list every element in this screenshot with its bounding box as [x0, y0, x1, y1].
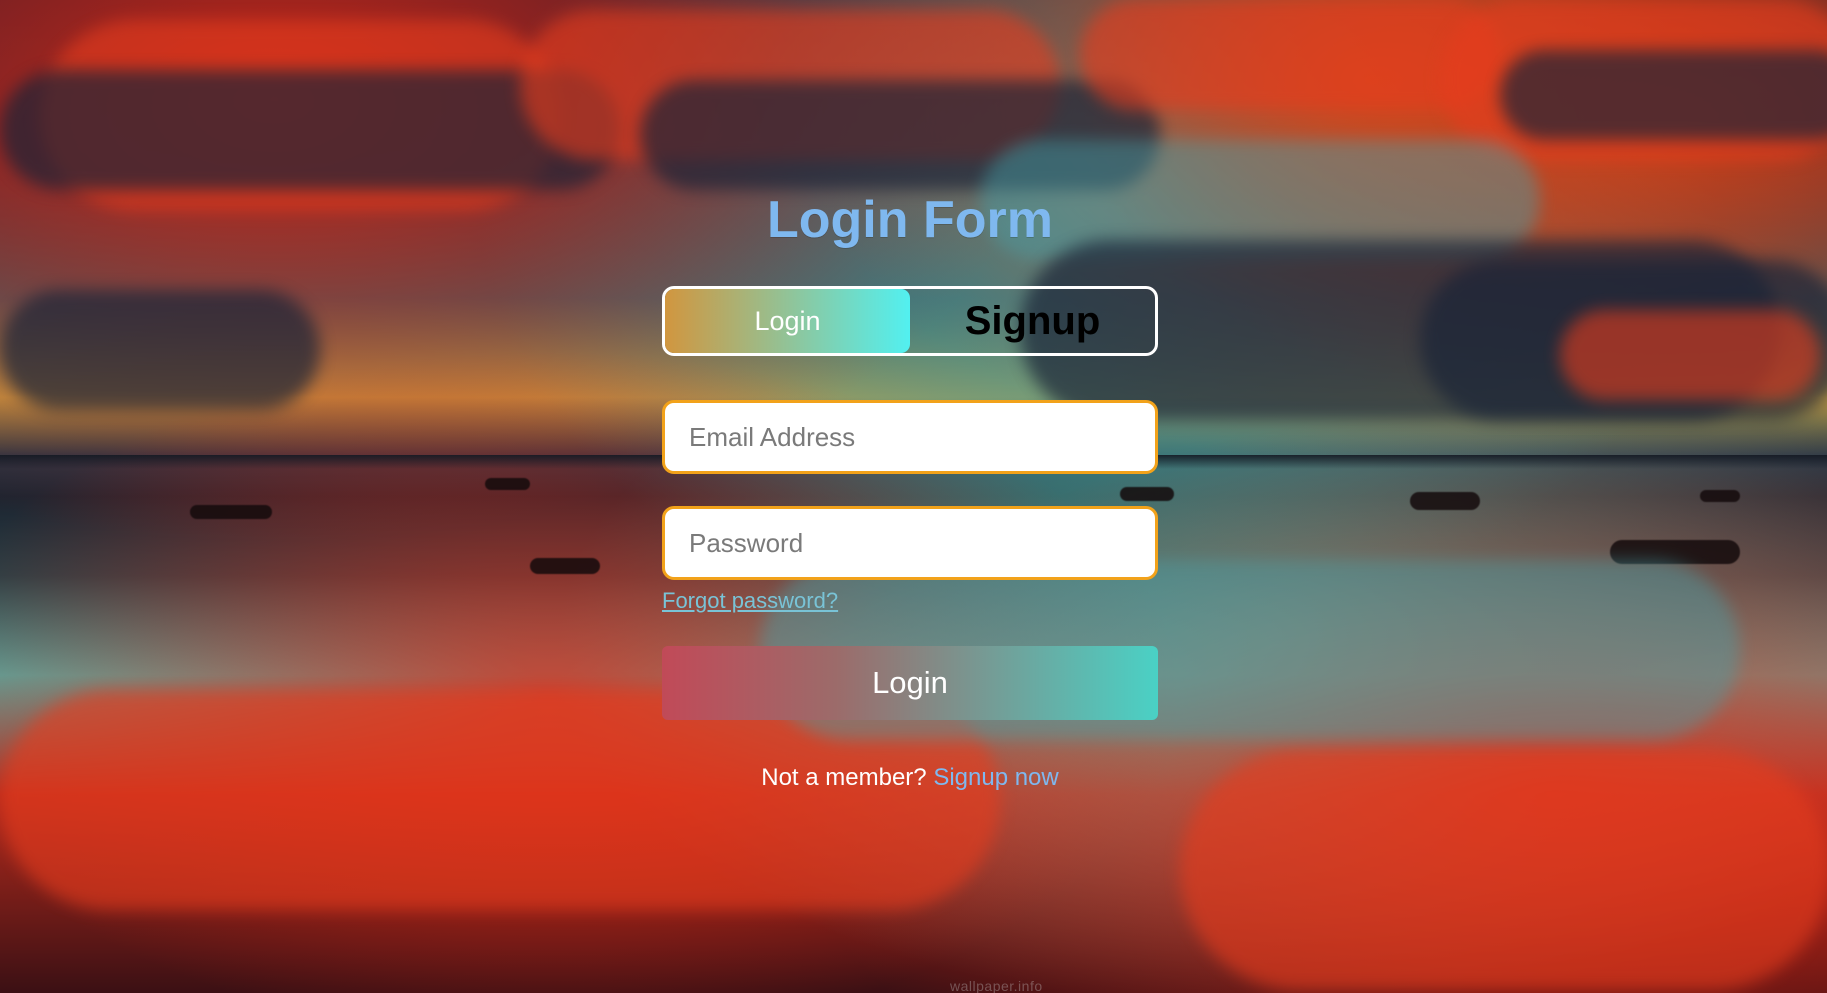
email-field[interactable] — [687, 420, 1133, 454]
email-field-container — [662, 400, 1158, 474]
page-title: Login Form — [767, 191, 1053, 249]
auth-toggle: Login Signup — [662, 286, 1158, 356]
tab-login[interactable]: Login — [665, 289, 910, 353]
tab-signup[interactable]: Signup — [910, 289, 1155, 353]
login-button[interactable]: Login — [662, 646, 1158, 720]
password-field[interactable] — [687, 526, 1133, 560]
signup-prompt: Not a member? Signup now — [662, 764, 1158, 792]
forgot-password-link[interactable]: Forgot password? — [662, 588, 838, 614]
watermark: wallpaper.info — [950, 978, 1043, 993]
password-field-container — [662, 506, 1158, 580]
not-member-text: Not a member? — [761, 764, 927, 791]
signup-now-link[interactable]: Signup now — [933, 764, 1058, 791]
login-card: Login Form Login Signup Forgot password?… — [662, 188, 1158, 792]
